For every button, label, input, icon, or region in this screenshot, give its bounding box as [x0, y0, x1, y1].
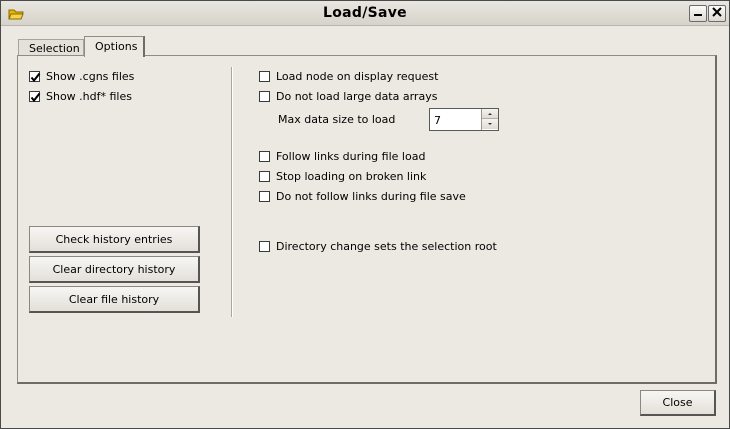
checkbox-label: Load node on display request: [276, 69, 439, 83]
spin-up-button[interactable]: [482, 109, 498, 119]
max-data-size-label: Max data size to load: [278, 113, 396, 126]
checkbox-box: [259, 150, 270, 162]
check-icon: [30, 72, 41, 82]
title-bar[interactable]: Load/Save: [1, 1, 729, 26]
checkbox-label: Stop loading on broken link: [276, 169, 427, 183]
directory-sets-root-checkbox[interactable]: Directory change sets the selection root: [259, 239, 497, 253]
vertical-separator: [231, 67, 233, 317]
checkbox-box: [29, 70, 41, 82]
check-history-entries-button[interactable]: Check history entries: [29, 226, 200, 253]
close-icon: [712, 7, 722, 20]
tab-options[interactable]: Options: [84, 36, 145, 57]
options-pane: [17, 55, 717, 384]
spin-down-button[interactable]: [482, 119, 498, 129]
do-not-load-large-arrays-checkbox[interactable]: Do not load large data arrays: [259, 89, 437, 103]
checkbox-label: Follow links during file load: [276, 149, 426, 163]
checkbox-label: Show .hdf* files: [46, 89, 132, 103]
load-save-window: Load/Save Selection Options Show .cgns f…: [0, 0, 730, 429]
checkbox-box: [259, 170, 270, 182]
clear-file-history-button[interactable]: Clear file history: [29, 286, 200, 313]
follow-links-checkbox[interactable]: Follow links during file load: [259, 149, 425, 163]
minimize-icon: [693, 7, 703, 20]
close-window-button[interactable]: [708, 5, 726, 22]
show-cgns-checkbox[interactable]: Show .cgns files: [29, 69, 134, 83]
stop-on-broken-link-checkbox[interactable]: Stop loading on broken link: [259, 169, 426, 183]
show-hdf-checkbox[interactable]: Show .hdf* files: [29, 89, 132, 103]
max-data-size-spinbox[interactable]: 7: [429, 108, 499, 131]
checkbox-label: Directory change sets the selection root: [276, 239, 497, 253]
no-follow-links-on-save-checkbox[interactable]: Do not follow links during file save: [259, 189, 466, 203]
max-data-size-value[interactable]: 7: [434, 114, 441, 127]
arrow-up-icon: [488, 113, 492, 115]
checkbox-box: [259, 240, 270, 252]
checkbox-label: Show .cgns files: [46, 69, 135, 83]
checkbox-box: [259, 70, 270, 82]
spin-buttons: [481, 109, 498, 130]
close-button[interactable]: Close: [640, 390, 716, 416]
checkbox-label: Do not follow links during file save: [276, 189, 466, 203]
clear-directory-history-button[interactable]: Clear directory history: [29, 256, 200, 283]
checkbox-box: [259, 190, 270, 202]
checkbox-box: [29, 90, 41, 102]
load-node-on-display-checkbox[interactable]: Load node on display request: [259, 69, 438, 83]
check-icon: [30, 92, 41, 102]
checkbox-label: Do not load large data arrays: [276, 89, 438, 103]
window-title: Load/Save: [323, 5, 407, 21]
arrow-down-icon: [488, 123, 492, 125]
checkbox-box: [259, 90, 270, 102]
minimize-button[interactable]: [689, 5, 707, 22]
